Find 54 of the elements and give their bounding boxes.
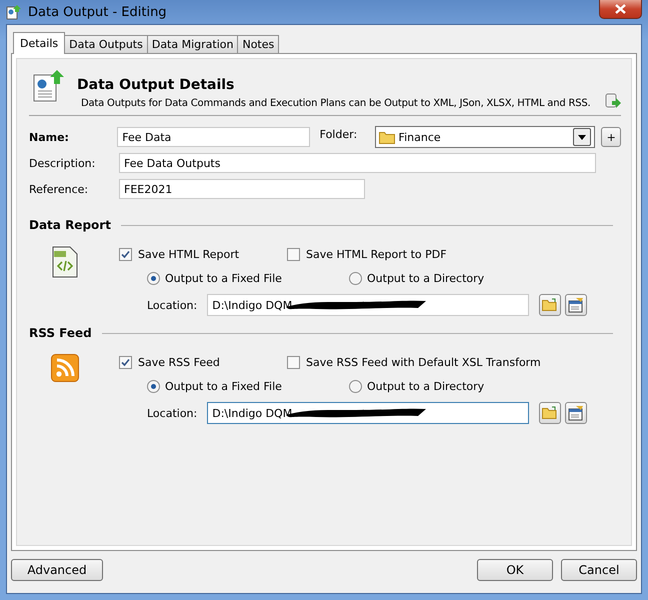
checkbox-label: Save RSS Feed — [138, 356, 220, 368]
description-field[interactable]: Fee Data Outputs — [119, 153, 596, 173]
field-label: Reference: — [29, 182, 90, 196]
properties-button[interactable] — [565, 294, 588, 316]
checkbox-label: Save RSS Feed with Default XSL Transform — [306, 356, 541, 368]
ok-button[interactable]: OK — [477, 559, 553, 581]
open-folder-button[interactable] — [539, 294, 562, 316]
folder-dropdown[interactable]: Finance — [374, 126, 596, 148]
html-file-icon — [51, 246, 79, 278]
advanced-button[interactable]: Advanced — [11, 559, 103, 581]
tab[interactable]: Data Outputs — [64, 35, 148, 53]
section-heading: RSS Feed — [29, 326, 92, 340]
caret-icon — [578, 134, 586, 140]
reference-field[interactable]: FEE2021 — [119, 179, 365, 199]
open-folder-button[interactable] — [539, 402, 562, 424]
radio-button[interactable] — [349, 272, 362, 284]
field-label: Description: — [29, 156, 96, 170]
export-icon[interactable] — [605, 93, 621, 109]
close-button[interactable] — [599, 0, 642, 19]
close-icon — [615, 4, 626, 14]
document-upload-icon — [33, 69, 65, 103]
radio-label: Output to a Directory — [367, 272, 484, 284]
field-label: Location: — [147, 406, 198, 420]
location-field[interactable]: D:\Indigo DQM — [207, 294, 530, 316]
cancel-button[interactable]: Cancel — [561, 559, 637, 581]
properties-button[interactable] — [565, 402, 588, 424]
field-label: Name: — [29, 130, 70, 144]
radio-button[interactable] — [349, 380, 362, 392]
checkbox[interactable] — [287, 356, 300, 368]
section-title: Data Output Details — [77, 77, 236, 93]
location-field[interactable]: D:\Indigo DQM — [207, 402, 530, 424]
radio-label: Output to a Fixed File — [165, 380, 282, 392]
document-icon — [6, 4, 22, 20]
radio-label: Output to a Directory — [367, 380, 484, 392]
rss-icon — [51, 354, 79, 382]
checkbox[interactable] — [287, 248, 300, 260]
folder-icon — [378, 130, 395, 144]
description-text: Data Outputs for Data Commands and Execution Plans can be Output to XML, JSon, XLSX, HTML and RSS. — [81, 98, 591, 109]
radio-label: Output to a Fixed File — [165, 272, 282, 284]
field-label: Folder: — [320, 128, 358, 141]
window-title: Data Output - Editing — [28, 4, 167, 20]
add-button[interactable]: + — [601, 127, 621, 147]
tab[interactable]: Details — [13, 32, 66, 54]
radio-button[interactable] — [147, 272, 160, 284]
field-label: Location: — [147, 298, 198, 312]
radio-button[interactable] — [147, 380, 160, 392]
name-field[interactable]: Fee Data — [117, 127, 310, 147]
checkbox[interactable] — [119, 248, 132, 260]
checkbox-label: Save HTML Report — [138, 248, 240, 260]
checkbox-label: Save HTML Report to PDF — [306, 248, 447, 260]
checkbox[interactable] — [119, 356, 132, 368]
section-heading: Data Report — [29, 218, 111, 232]
tab[interactable]: Data Migration — [146, 35, 238, 53]
tab[interactable]: Notes — [237, 35, 280, 53]
